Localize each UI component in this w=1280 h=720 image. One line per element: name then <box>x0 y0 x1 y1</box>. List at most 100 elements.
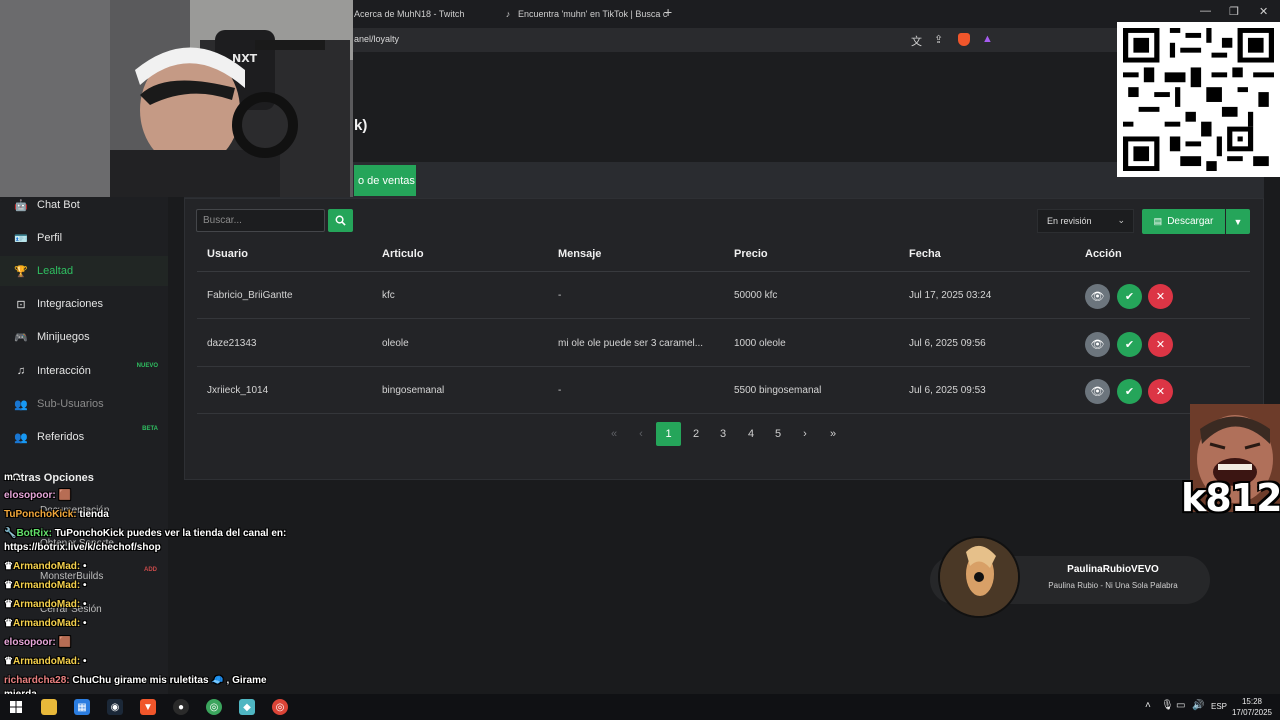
close-icon: ✕ <box>1155 291 1166 303</box>
chat-line: ♛ArmandoMad: • <box>4 618 87 629</box>
download-options-toggle[interactable]: ▼ <box>1226 209 1250 234</box>
sidebar-item-label: Lealtad <box>37 265 74 277</box>
chat-message: • <box>82 580 87 591</box>
windows-start-icon[interactable] <box>8 699 24 715</box>
sidebar-item-minijuegos[interactable]: 🎮 Minijuegos <box>0 322 168 352</box>
share-icon[interactable]: ⇪ <box>934 33 943 46</box>
chat-message: tienda <box>79 509 109 520</box>
pagination-page-2[interactable]: 2 <box>688 422 704 446</box>
new-tab-button[interactable]: + <box>664 4 672 20</box>
tab-sales-history[interactable]: o de ventas <box>354 165 416 196</box>
browser-tab-title: Acerca de MuhN18 - Twitch <box>354 9 465 19</box>
chrome-icon[interactable]: ◎ <box>206 699 222 715</box>
view-button[interactable]: 👁 <box>1085 284 1110 309</box>
chat-line: ♛ArmandoMad: • <box>4 656 87 667</box>
tiktok-icon: ♪ <box>505 9 511 19</box>
browser-tab-tiktok[interactable]: ♪ Encuentra 'muhn' en TikTok | Busca c <box>503 3 668 25</box>
sidebar-item-referidos[interactable]: 👥 Referidos BETA <box>0 422 168 452</box>
pagination-page-5[interactable]: 5 <box>770 422 786 446</box>
translate-icon[interactable]: 文 <box>911 33 922 49</box>
minimize-button[interactable]: — <box>1200 5 1211 17</box>
chat-line: ♛ArmandoMad: • <box>4 580 87 591</box>
chat-line: TuPonchoKick: tienda <box>4 509 109 520</box>
url-field[interactable]: anel/loyalty <box>354 34 399 44</box>
maximize-button[interactable]: ❐ <box>1229 5 1239 18</box>
chat-message: ChuChu girame mis ruletitas 🧢 , Girame <box>72 675 267 686</box>
clock-time: 15:28 <box>1241 697 1263 706</box>
pagination-page-1[interactable]: 1 <box>656 422 681 446</box>
chat-line: 🔧BotRix: TuPonchoKick puedes ver la tien… <box>4 528 286 539</box>
pagination-first[interactable]: « <box>606 422 622 446</box>
pagination-prev[interactable]: ‹ <box>633 422 649 446</box>
webcam-overlay: NXT <box>0 0 353 197</box>
chat-message: • <box>82 561 87 572</box>
search-icon <box>335 215 346 226</box>
beta-badge: BETA <box>142 426 158 432</box>
sidebar-item-integraciones[interactable]: ⊡ Integraciones <box>0 289 168 319</box>
sidebar-item-perfil[interactable]: 🪪 Perfil <box>0 223 168 253</box>
search-input[interactable] <box>196 209 325 232</box>
tray-chevron-icon[interactable]: ˄ <box>1145 700 1151 711</box>
streamer-webcam-image: NXT <box>0 0 353 197</box>
reject-button[interactable]: ✕ <box>1148 284 1173 309</box>
sidebar-item-label: Chat Bot <box>37 199 80 211</box>
cell-mensaje: - <box>558 385 562 396</box>
reject-button[interactable]: ✕ <box>1148 379 1173 404</box>
chat-line: elosopoor: 🟫 <box>4 637 71 648</box>
search-button[interactable] <box>328 209 353 232</box>
cell-articulo: oleole <box>382 338 409 349</box>
album-cover-image <box>940 538 1018 616</box>
windows-logo-icon <box>10 701 22 713</box>
volume-icon[interactable]: 🔊 <box>1192 700 1204 711</box>
download-button[interactable]: ▤ Descargar <box>1142 209 1225 234</box>
cell-usuario: Fabricio_BriiGantte <box>207 290 293 301</box>
cell-articulo: kfc <box>382 290 395 301</box>
steam-icon[interactable]: ◉ <box>107 699 123 715</box>
brave-shields-icon[interactable] <box>958 33 970 46</box>
column-header-articulo: Articulo <box>382 248 424 260</box>
chat-message: 🟫 <box>58 637 71 648</box>
chat-line: richardcha28: ChuChu girame mis ruletita… <box>4 675 267 686</box>
gamepad-icon: 🎮 <box>14 331 28 344</box>
pagination-last[interactable]: » <box>825 422 841 446</box>
chat-message: 🟫 <box>58 490 71 501</box>
language-indicator[interactable]: ESP <box>1211 702 1227 711</box>
clock-date: 17/07/2025 <box>1231 708 1273 717</box>
view-button[interactable]: 👁 <box>1085 379 1110 404</box>
approve-button[interactable]: ✔ <box>1117 332 1142 357</box>
pagination-next[interactable]: › <box>797 422 813 446</box>
close-window-button[interactable]: ✕ <box>1259 5 1268 18</box>
chat-line: elosopoor: 🟫 <box>4 490 71 501</box>
sidebar-item-lealtad[interactable]: 🏆 Lealtad <box>0 256 168 286</box>
brave-rewards-icon[interactable]: ▲ <box>982 33 993 45</box>
microphone-icon[interactable]: 🎙 <box>1161 700 1174 711</box>
view-button[interactable]: 👁 <box>1085 332 1110 357</box>
qr-code-icon <box>1123 28 1274 171</box>
clock[interactable]: 15:28 17/07/2025 <box>1230 696 1274 718</box>
sidebar-item-interaccion[interactable]: ♫ Interacción NUEVO <box>0 356 168 386</box>
brave-browser-icon[interactable]: ▼ <box>140 699 156 715</box>
browser-tab-title: Encuentra 'muhn' en TikTok | Busca c <box>518 9 668 19</box>
approve-button[interactable]: ✔ <box>1117 379 1142 404</box>
browser-tab-twitch[interactable]: Acerca de MuhN18 - Twitch <box>354 3 464 25</box>
column-header-accion: Acción <box>1085 248 1122 260</box>
cell-precio: 1000 oleole <box>734 338 786 349</box>
sidebar-item-sub-usuarios[interactable]: 👥 Sub-Usuarios <box>0 389 168 419</box>
pagination-page-4[interactable]: 4 <box>743 422 759 446</box>
sidebar-item-label: Perfil <box>37 232 63 244</box>
app-icon[interactable]: ◆ <box>239 699 255 715</box>
network-icon[interactable]: ▭ <box>1176 700 1185 711</box>
reject-button[interactable]: ✕ <box>1148 332 1173 357</box>
other-options-heading: Otras Opciones <box>12 472 94 484</box>
cell-usuario: daze21343 <box>207 338 257 349</box>
approve-button[interactable]: ✔ <box>1117 284 1142 309</box>
store-icon[interactable]: ▦ <box>74 699 90 715</box>
chrome-profile-icon[interactable]: ◎ <box>272 699 288 715</box>
obs-icon[interactable]: ● <box>173 699 189 715</box>
pagination-page-3[interactable]: 3 <box>715 422 731 446</box>
chat-username: ArmandoMad: <box>12 561 81 572</box>
sidebar-item-label: Referidos <box>37 431 85 443</box>
file-explorer-icon[interactable] <box>41 699 57 715</box>
status-filter-select[interactable]: En revisión ⌄ <box>1037 209 1134 233</box>
check-icon: ✔ <box>1124 386 1135 398</box>
